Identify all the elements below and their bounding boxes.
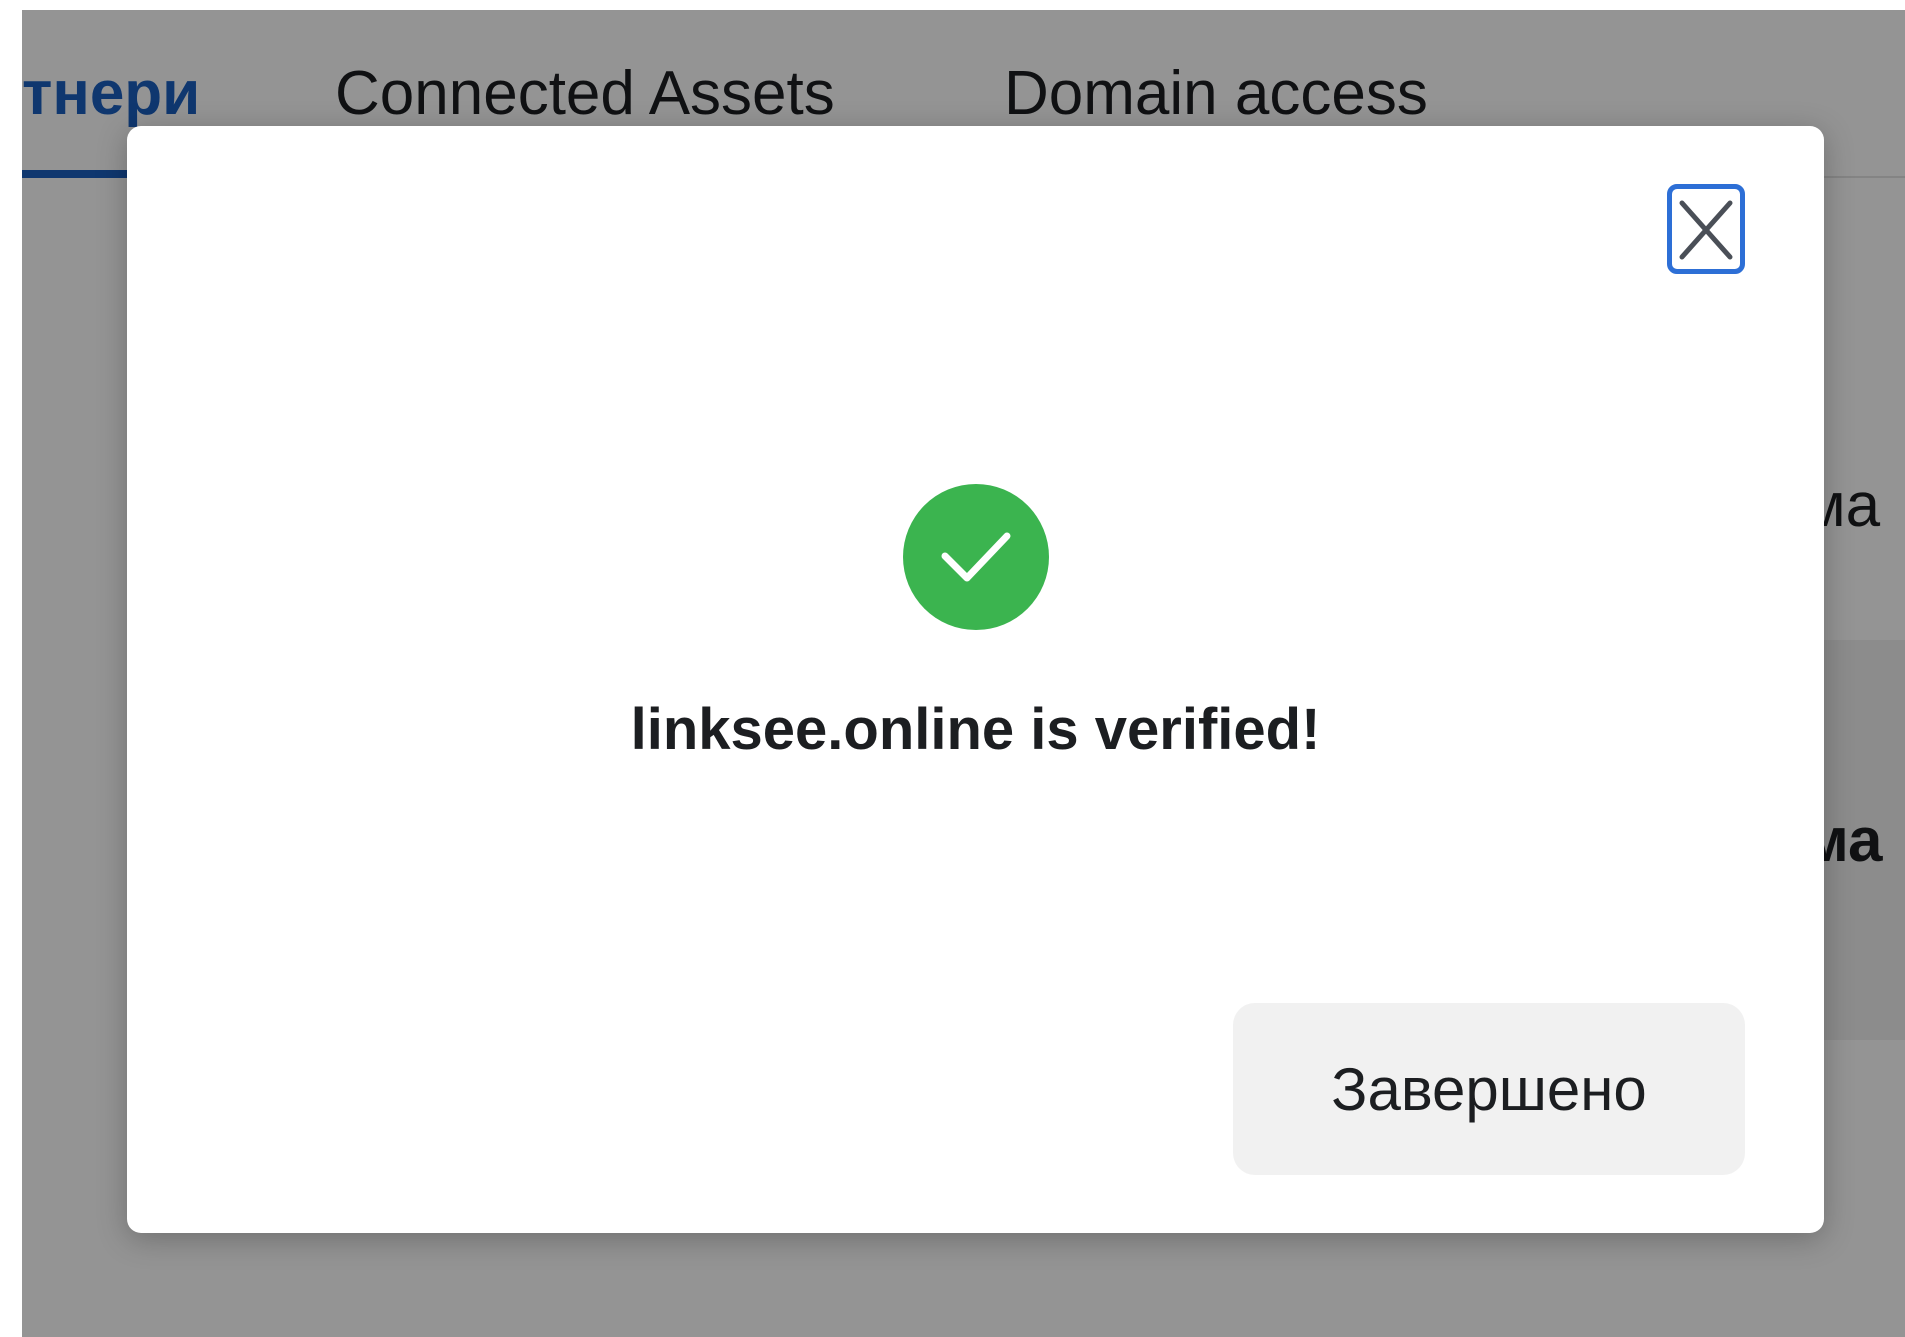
app-root: тнери Connected Assets Domain access ма … — [0, 0, 1905, 1337]
close-icon — [1679, 200, 1733, 260]
verification-dialog: linksee.online is verified! Завершено — [127, 126, 1824, 1233]
done-button[interactable]: Завершено — [1233, 1003, 1745, 1175]
verification-message: linksee.online is verified! — [630, 697, 1321, 762]
checkmark-icon — [941, 532, 1011, 582]
check-circle-icon — [903, 484, 1049, 630]
close-button[interactable] — [1667, 184, 1745, 274]
window-edge — [0, 0, 22, 1337]
